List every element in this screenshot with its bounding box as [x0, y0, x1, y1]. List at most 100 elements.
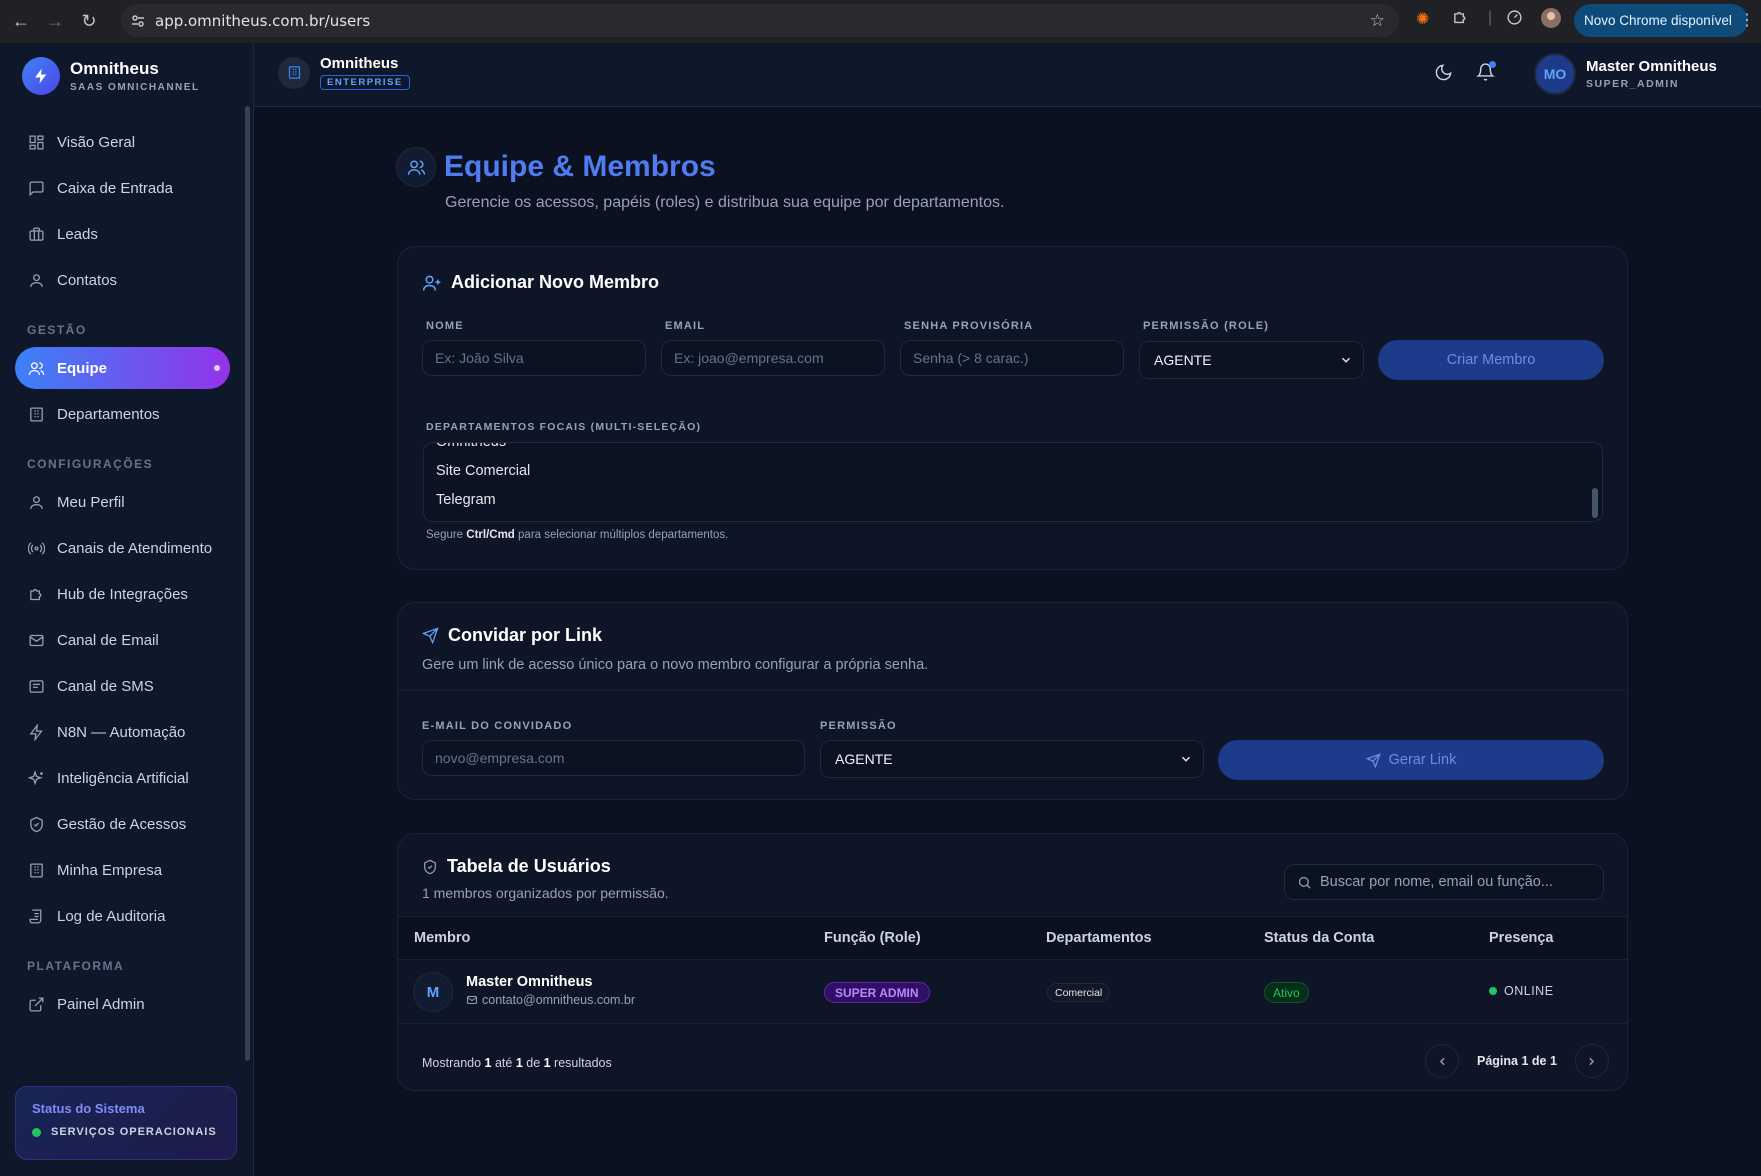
- name-input[interactable]: [422, 340, 646, 376]
- email-field[interactable]: [661, 340, 885, 376]
- department-option[interactable]: Omnitheus: [436, 443, 506, 450]
- member-email: contato@omnitheus.com.br: [466, 993, 635, 1007]
- avatar: MO: [1534, 53, 1576, 95]
- plan-badge: ENTERPRISE: [320, 75, 410, 90]
- departments-multiselect[interactable]: Omnitheus Site Comercial Telegram: [423, 442, 1603, 522]
- invite-role-select[interactable]: AGENTE: [820, 740, 1204, 778]
- sidebar-item-n8n-automacao[interactable]: N8N — Automação: [15, 711, 230, 753]
- prev-page-button[interactable]: [1425, 1044, 1459, 1078]
- more-vert-icon[interactable]: ⋮: [1739, 10, 1755, 30]
- forward-icon[interactable]: →: [38, 5, 72, 39]
- invite-title-text: Convidar por Link: [448, 625, 603, 645]
- search-input[interactable]: [1320, 874, 1590, 890]
- sidebar-item-label: Visão Geral: [57, 133, 136, 151]
- user-icon: [27, 271, 45, 289]
- briefcase-icon: [27, 225, 45, 243]
- sparkles-icon: [27, 769, 45, 787]
- sidebar-item-leads[interactable]: Leads: [15, 213, 230, 255]
- bookmark-star-icon[interactable]: ☆: [1370, 11, 1385, 31]
- column-header[interactable]: Função (Role): [824, 930, 921, 946]
- active-indicator-dot: [214, 365, 220, 371]
- summary-total: 1: [543, 1056, 551, 1070]
- sidebar-item-contatos[interactable]: Contatos: [15, 259, 230, 301]
- divider: [398, 690, 1627, 691]
- extension-claude-icon[interactable]: ✺: [1416, 9, 1429, 29]
- next-page-button[interactable]: [1574, 1044, 1609, 1078]
- add-member-card: Adicionar Novo Membro NOME EMAIL SENHA P…: [397, 246, 1628, 570]
- users-table-title-text: Tabela de Usuários: [447, 856, 611, 876]
- sidebar-item-gestao-de-acessos[interactable]: Gestão de Acessos: [15, 803, 230, 845]
- user-search[interactable]: [1284, 864, 1604, 900]
- browser-toolbar: ← → ↻ app.omnitheus.com.br/users ☆ ✺ | N…: [0, 0, 1761, 43]
- external-link-icon: [27, 995, 45, 1013]
- extensions-puzzle-icon[interactable]: [1452, 9, 1469, 31]
- org-switcher[interactable]: Omnitheus ENTERPRISE: [278, 55, 410, 90]
- add-member-title: Adicionar Novo Membro: [422, 272, 659, 293]
- sidebar-section-gestao: GESTÃO: [27, 323, 87, 337]
- sidebar-item-painel-admin[interactable]: Painel Admin: [15, 983, 230, 1025]
- reload-icon[interactable]: ↻: [72, 5, 106, 39]
- generate-link-button[interactable]: Gerar Link: [1218, 740, 1604, 780]
- sidebar-scrollbar[interactable]: [245, 106, 250, 1061]
- sidebar-item-visao-geral[interactable]: Visão Geral: [15, 121, 230, 163]
- create-member-button[interactable]: Criar Membro: [1378, 340, 1604, 380]
- sidebar-item-hub-de-integracoes[interactable]: Hub de Integrações: [15, 573, 230, 615]
- performance-icon[interactable]: [1506, 9, 1523, 31]
- shield-icon: [422, 859, 438, 875]
- message-square-icon: [27, 179, 45, 197]
- column-header[interactable]: Departamentos: [1046, 930, 1152, 946]
- sidebar-item-label: N8N — Automação: [57, 723, 186, 741]
- sidebar-item-label: Gestão de Acessos: [57, 815, 187, 833]
- system-status-title: Status do Sistema: [32, 1101, 145, 1116]
- column-header[interactable]: Presença: [1489, 930, 1554, 946]
- department-badge: Comercial: [1047, 983, 1111, 1002]
- sidebar-item-departamentos[interactable]: Departamentos: [15, 393, 230, 435]
- sidebar-item-inteligencia-artificial[interactable]: Inteligência Artificial: [15, 757, 230, 799]
- sidebar-item-minha-empresa[interactable]: Minha Empresa: [15, 849, 230, 891]
- role-select[interactable]: AGENTE: [1139, 341, 1364, 379]
- sidebar-item-log-de-auditoria[interactable]: Log de Auditoria: [15, 895, 230, 937]
- hint-prefix: Segure: [426, 529, 467, 541]
- multiselect-scrollbar[interactable]: [1592, 488, 1598, 518]
- invite-email-field[interactable]: [422, 740, 805, 776]
- department-option[interactable]: Telegram: [436, 492, 496, 508]
- invite-role-value: AGENTE: [835, 751, 893, 767]
- back-icon[interactable]: ←: [4, 5, 38, 39]
- sidebar-item-canal-de-sms[interactable]: Canal de SMS: [15, 665, 230, 707]
- chrome-update-badge[interactable]: Novo Chrome disponível: [1574, 4, 1748, 37]
- invite-email-label: E-MAIL DO CONVIDADO: [422, 720, 573, 732]
- password-field[interactable]: [900, 340, 1124, 376]
- sidebar-item-caixa-de-entrada[interactable]: Caixa de Entrada: [15, 167, 230, 209]
- member-email-text: contato@omnitheus.com.br: [482, 993, 636, 1007]
- sidebar-item-label: Canais de Atendimento: [57, 539, 213, 557]
- sidebar-item-label: Equipe: [57, 359, 108, 377]
- sidebar-item-canais-de-atendimento[interactable]: Canais de Atendimento: [15, 527, 230, 569]
- site-settings-icon[interactable]: [121, 13, 155, 29]
- brand[interactable]: Omnitheus SAAS OMNICHANNEL: [22, 57, 200, 95]
- mail-icon: [27, 631, 45, 649]
- role-label: PERMISSÃO (ROLE): [1143, 320, 1270, 332]
- column-header[interactable]: Membro: [414, 930, 470, 946]
- sidebar-item-canal-de-email[interactable]: Canal de Email: [15, 619, 230, 661]
- column-header[interactable]: Status da Conta: [1264, 930, 1374, 946]
- sidebar-item-label: Leads: [57, 225, 98, 243]
- status-dot-icon: [32, 1127, 41, 1137]
- sidebar-item-label: Contatos: [57, 271, 118, 289]
- user-menu[interactable]: MO Master Omnitheus SUPER_ADMIN: [1534, 53, 1717, 95]
- summary-suffix: resultados: [550, 1056, 612, 1070]
- sidebar-item-equipe[interactable]: Equipe: [15, 347, 230, 389]
- table-row[interactable]: M Master Omnitheus contato@omnitheus.com…: [398, 960, 1627, 1024]
- users-icon: [396, 147, 436, 187]
- table-results-summary: Mostrando 1 até 1 de 1 resultados: [422, 1056, 612, 1070]
- user-plus-icon: [422, 273, 442, 293]
- chevron-right-icon: [1585, 1055, 1598, 1068]
- profile-avatar[interactable]: [1541, 8, 1561, 33]
- address-bar[interactable]: app.omnitheus.com.br/users ☆: [121, 4, 1399, 37]
- page-indicator: Página 1 de 1: [1477, 1054, 1557, 1068]
- multiselect-hint: Segure Ctrl/Cmd para selecionar múltiplo…: [426, 529, 728, 541]
- sidebar-item-meu-perfil[interactable]: Meu Perfil: [15, 481, 230, 523]
- toolbar-divider: |: [1488, 9, 1493, 26]
- department-option[interactable]: Site Comercial: [436, 463, 530, 479]
- url-text: app.omnitheus.com.br/users: [155, 11, 371, 30]
- moon-icon[interactable]: [1434, 63, 1453, 87]
